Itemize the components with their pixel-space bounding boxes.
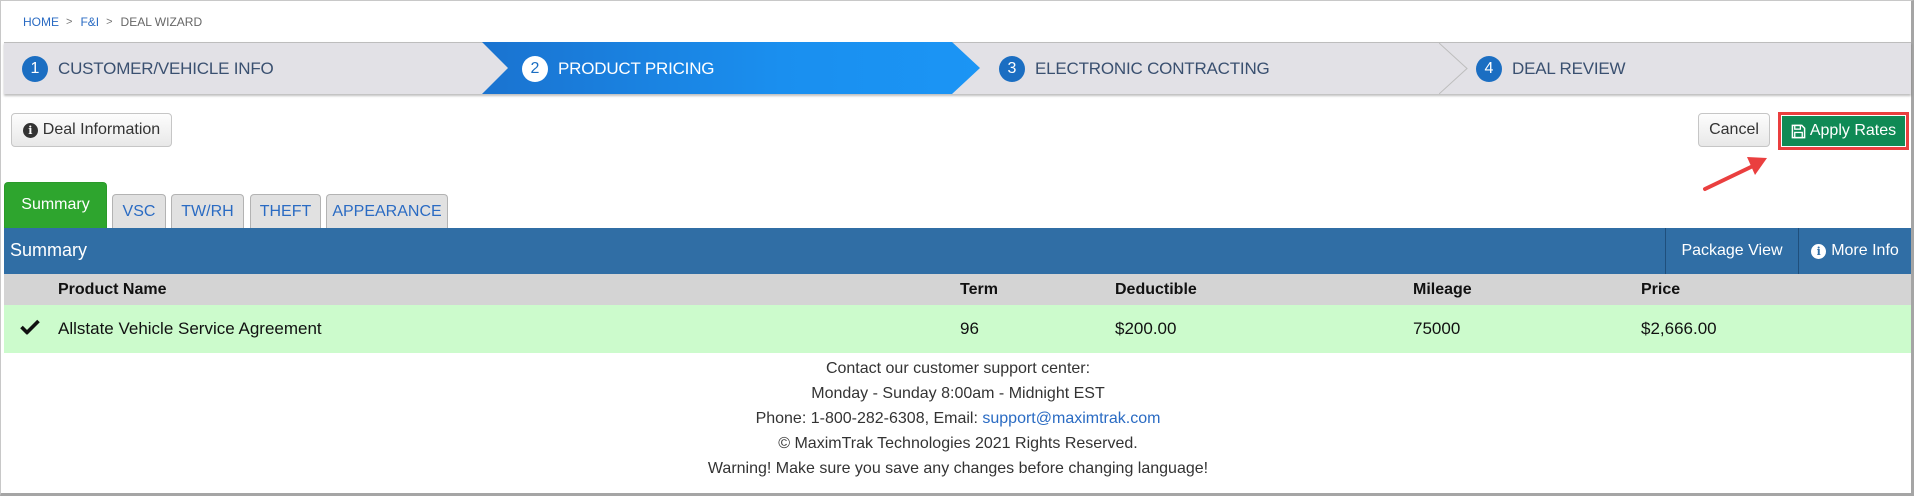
wizard-step-deal-review[interactable]: 4 DEAL REVIEW [1476, 43, 1626, 94]
footer-warning: Warning! Make sure you save any changes … [707, 460, 1209, 477]
product-name: Allstate Vehicle Service Agreement [58, 319, 322, 338]
breadcrumb-separator: > [106, 16, 113, 28]
step-label: PRODUCT PRICING [558, 58, 715, 78]
page-frame: HOME > F&I > DEAL WIZARD 1 CUSTOMER/VEHI… [0, 0, 1914, 496]
deal-information-button[interactable]: i Deal Information [11, 113, 172, 147]
footer: Contact our customer support center: Mon… [1, 356, 1915, 481]
wizard-steps: 1 CUSTOMER/VEHICLE INFO 2 PRODUCT PRICIN… [4, 42, 1911, 94]
footer-phone: Phone: 1-800-282-6308, Email: [755, 410, 983, 427]
tab-theft[interactable]: THEFT [250, 194, 321, 228]
apply-rates-label: Apply Rates [1809, 122, 1897, 139]
footer-contact: Phone: 1-800-282-6308, Email: support@ma… [1, 406, 1915, 431]
step-number-badge: 4 [1476, 55, 1502, 82]
term-value: 96 [960, 319, 979, 338]
wizard-step-product-pricing[interactable]: 2 PRODUCT PRICING [522, 43, 715, 94]
wizard-step-electronic-contracting[interactable]: 3 ELECTRONIC CONTRACTING [999, 43, 1270, 94]
package-view-button[interactable]: Package View [1665, 228, 1798, 274]
step-number-badge: 1 [22, 55, 48, 82]
support-email-link[interactable]: support@maximtrak.com [982, 410, 1160, 427]
cancel-button[interactable]: Cancel [1698, 113, 1770, 147]
annotation-arrow-icon [1703, 157, 1767, 191]
breadcrumb-home[interactable]: HOME [23, 15, 59, 29]
breadcrumb: HOME > F&I > DEAL WIZARD [23, 15, 202, 29]
deductible-value: $200.00 [1115, 319, 1177, 338]
tab-appearance[interactable]: APPEARANCE [326, 194, 448, 228]
step-separator-chevron [1439, 43, 1468, 94]
footer-hours: Monday - Sunday 8:00am - Midnight EST [811, 385, 1105, 402]
apply-rates-button[interactable]: Apply Rates [1782, 116, 1905, 146]
tab-tw-rh[interactable]: TW/RH [171, 194, 244, 228]
breadcrumb-separator: > [66, 16, 73, 28]
column-header-product-name: Product Name [58, 280, 167, 298]
wizard-step-customer-vehicle-info[interactable]: 1 CUSTOMER/VEHICLE INFO [22, 43, 274, 94]
step-number-badge: 3 [999, 55, 1025, 82]
footer-copyright: © MaximTrak Technologies 2021 Rights Res… [778, 435, 1138, 452]
panel-title: Summary [10, 240, 88, 260]
info-icon: i [22, 122, 38, 138]
table-row[interactable]: Allstate Vehicle Service Agreement 96 $2… [4, 305, 1911, 353]
step-label: DEAL REVIEW [1512, 58, 1626, 78]
breadcrumb-current: DEAL WIZARD [120, 15, 203, 29]
apply-rates-highlight: Apply Rates [1778, 112, 1909, 150]
step-number-badge: 2 [522, 55, 548, 82]
column-header-price: Price [1641, 280, 1681, 298]
summary-panel-header: Summary Package View i More Info [4, 228, 1911, 274]
checkmark-icon [20, 319, 40, 340]
more-info-label: More Info [1831, 242, 1899, 259]
table-header: Product Name Term Deductible Mileage Pri… [4, 274, 1911, 305]
mileage-value: 75000 [1413, 319, 1461, 338]
deal-information-label: Deal Information [42, 121, 161, 138]
price-value: $2,666.00 [1641, 319, 1717, 338]
step-label: CUSTOMER/VEHICLE INFO [58, 58, 274, 78]
tab-summary[interactable]: Summary [4, 182, 107, 228]
footer-support-heading: Contact our customer support center: [825, 360, 1091, 377]
save-icon [1791, 124, 1806, 138]
tab-vsc[interactable]: VSC [112, 194, 166, 228]
column-header-deductible: Deductible [1115, 280, 1197, 298]
step-label: ELECTRONIC CONTRACTING [1035, 58, 1270, 78]
column-header-mileage: Mileage [1413, 280, 1472, 298]
info-icon: i [1811, 243, 1827, 259]
more-info-button[interactable]: i More Info [1798, 228, 1911, 274]
breadcrumb-fi[interactable]: F&I [80, 15, 99, 29]
column-header-term: Term [960, 280, 998, 298]
